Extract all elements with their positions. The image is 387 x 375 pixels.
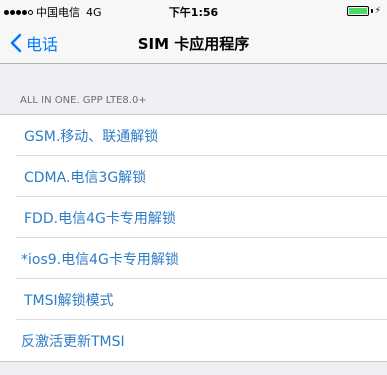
- list-item-label: TMSI解锁模式: [24, 292, 114, 309]
- page-title: SIM 卡应用程序: [137, 35, 250, 53]
- status-bar: 中国电信 4G 下午1:56 ⚡: [0, 0, 387, 23]
- list-item-fdd-unlock[interactable]: FDD.电信4G卡专用解锁: [0, 197, 387, 238]
- battery-indicator: ⚡: [346, 5, 381, 16]
- list-item-cdma-unlock[interactable]: CDMA.电信3G解锁: [0, 156, 387, 197]
- list-item-gsm-unlock[interactable]: GSM.移动、联通解锁: [0, 115, 387, 156]
- list-item-label: *ios9.电信4G卡专用解锁: [21, 251, 179, 268]
- list-item-tmsi-mode[interactable]: TMSI解锁模式: [0, 279, 387, 320]
- charging-icon: ⚡: [374, 5, 381, 16]
- battery-fill: [348, 8, 367, 14]
- list-item-label: CDMA.电信3G解锁: [24, 169, 147, 186]
- status-time: 下午1:56: [168, 6, 219, 19]
- navigation-bar: 电话 SIM 卡应用程序: [0, 23, 387, 64]
- menu-list: GSM.移动、联通解锁 CDMA.电信3G解锁 FDD.电信4G卡专用解锁 *i…: [0, 114, 387, 362]
- list-item-label: GSM.移动、联通解锁: [24, 128, 159, 145]
- list-item-label: 反激活更新TMSI: [21, 333, 125, 350]
- list-item-tmsi-update[interactable]: 反激活更新TMSI: [0, 320, 387, 361]
- battery-icon: [346, 6, 369, 16]
- screen: 中国电信 4G 下午1:56 ⚡ 电话 SIM 卡应用程序 ALL IN ONE…: [0, 0, 387, 375]
- battery-cap: [370, 9, 373, 13]
- section-header: ALL IN ONE. GPP LTE8.0+: [20, 95, 147, 106]
- list-item-label: FDD.电信4G卡专用解锁: [24, 210, 176, 227]
- list-item-ios9-unlock[interactable]: *ios9.电信4G卡专用解锁: [0, 238, 387, 279]
